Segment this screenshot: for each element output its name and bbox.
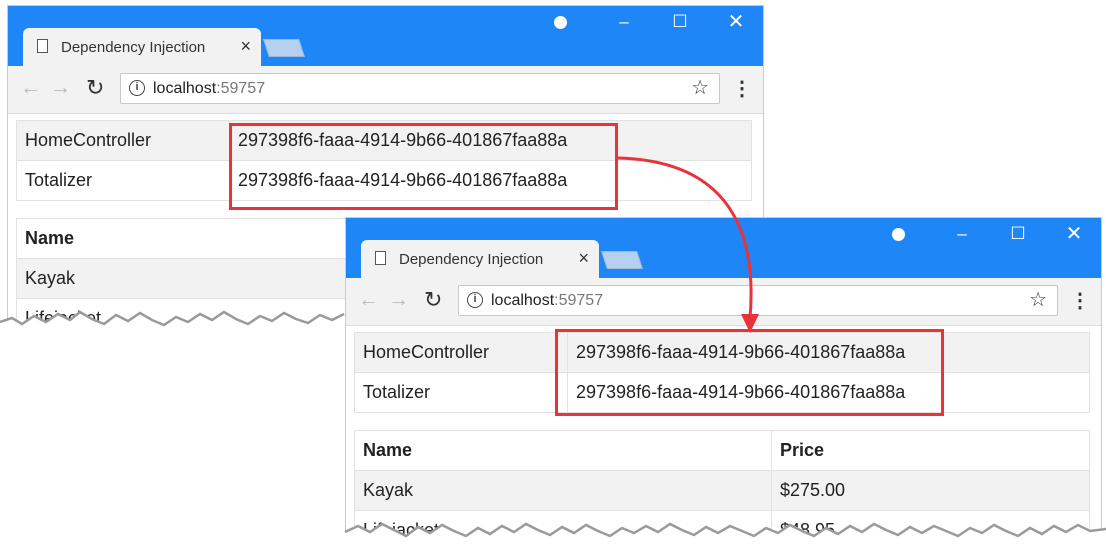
- connector-arrow: [617, 156, 759, 333]
